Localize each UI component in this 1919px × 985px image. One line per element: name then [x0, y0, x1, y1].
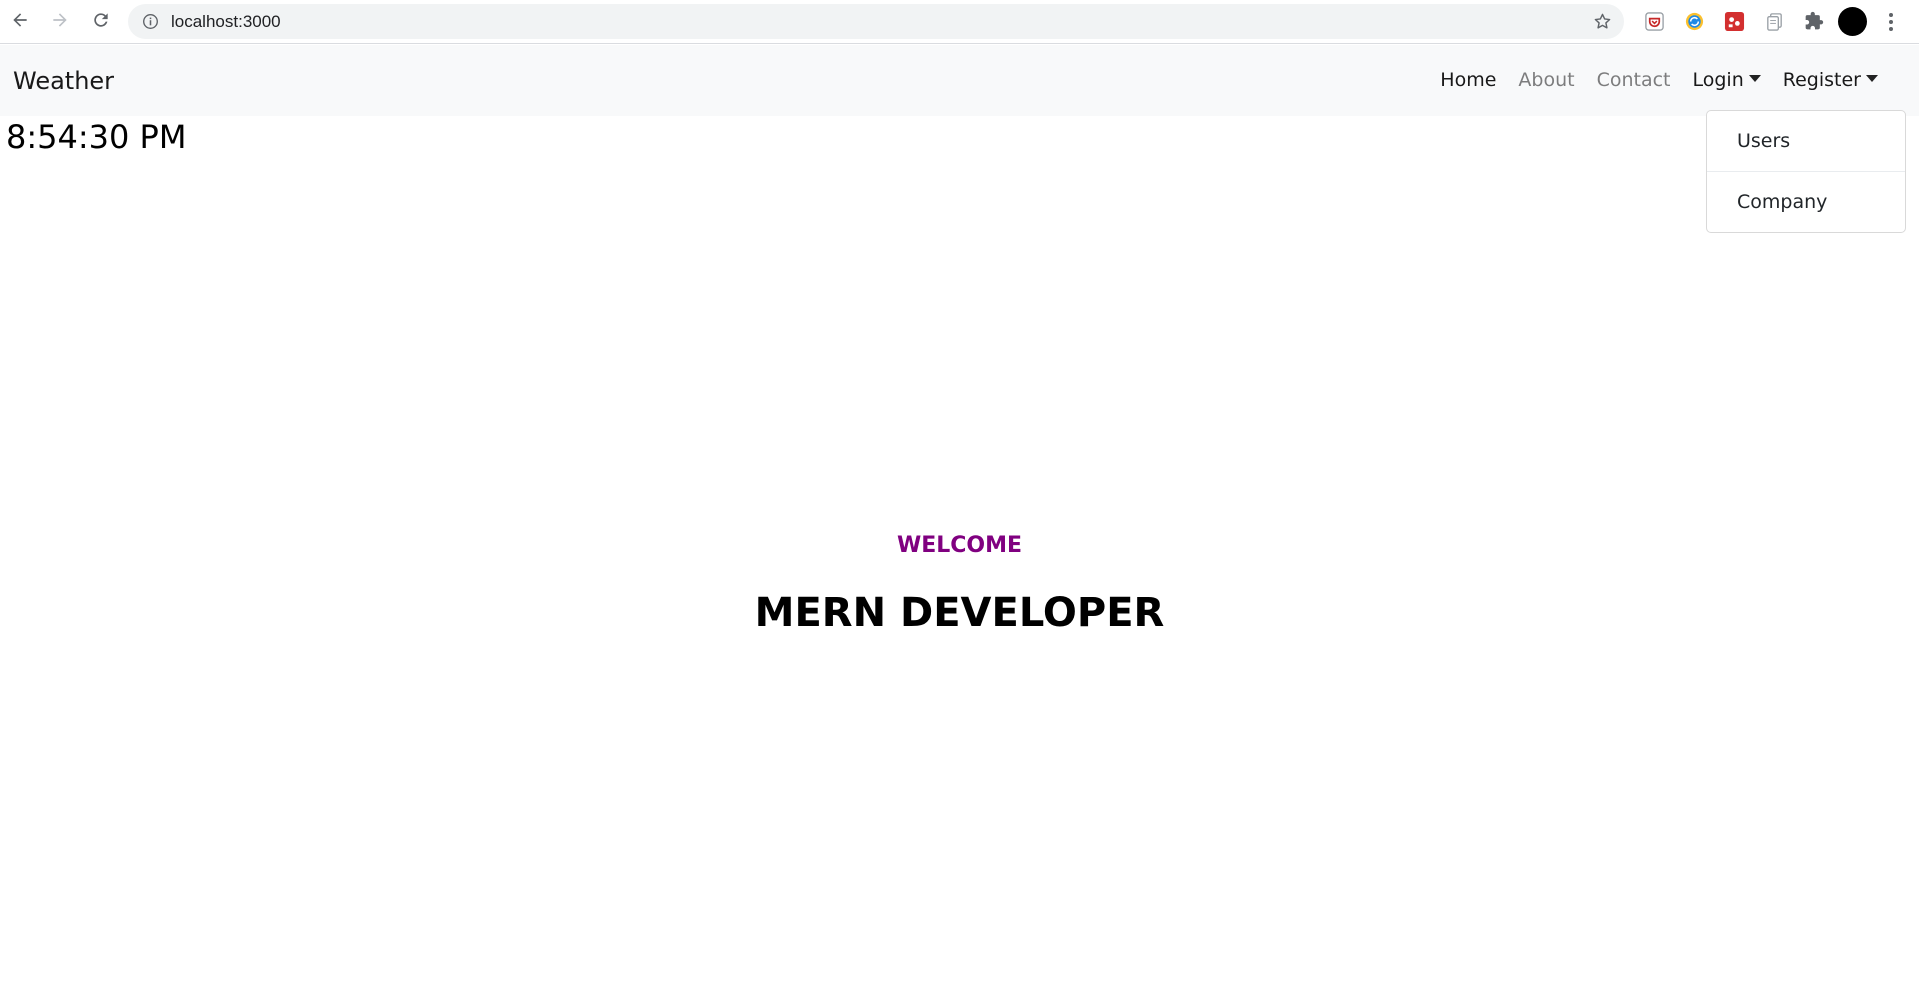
register-label: Register: [1782, 69, 1861, 91]
nav-about[interactable]: About: [1507, 69, 1585, 91]
extensions-puzzle-icon[interactable]: [1803, 10, 1825, 32]
url-text[interactable]: localhost:3000: [171, 4, 281, 39]
headline-title: MERN DEVELOPER: [754, 590, 1165, 636]
register-dropdown-menu: Users Company: [1706, 110, 1906, 233]
nav-contact[interactable]: Contact: [1586, 69, 1682, 91]
reload-icon: [94, 13, 108, 27]
caret-down-icon: [1748, 75, 1761, 82]
nav-login-dropdown[interactable]: Login: [1682, 69, 1772, 91]
welcome-heading: WELCOME: [0, 533, 1919, 558]
browser-menu-icon[interactable]: [1886, 10, 1896, 34]
dropdown-item-users[interactable]: Users: [1707, 111, 1905, 171]
forward-button[interactable]: [48, 8, 72, 32]
sync-extension-icon[interactable]: [1683, 10, 1705, 32]
browser-toolbar: localhost:3000: [0, 0, 1919, 44]
nav-links: Home About Contact Login Register: [1429, 69, 1889, 91]
nav-home[interactable]: Home: [1429, 69, 1507, 91]
app-navbar: Weather Home About Contact Login Registe…: [0, 45, 1919, 116]
address-bar[interactable]: localhost:3000: [128, 4, 1624, 39]
login-label: Login: [1692, 69, 1744, 91]
welcome-text: WELCOME: [896, 533, 1023, 558]
nav-register-dropdown[interactable]: Register: [1772, 69, 1889, 91]
reload-button[interactable]: [89, 8, 113, 32]
back-button[interactable]: [8, 8, 32, 32]
copy-extension-icon[interactable]: [1763, 10, 1785, 32]
red-extension-icon[interactable]: [1723, 10, 1745, 32]
forward-arrow-icon: [53, 13, 67, 27]
bookmark-star-icon[interactable]: [1593, 12, 1612, 31]
caret-down-icon: [1866, 75, 1878, 82]
back-arrow-icon: [13, 13, 27, 27]
profile-avatar[interactable]: [1838, 7, 1867, 36]
dropdown-item-company[interactable]: Company: [1707, 172, 1905, 232]
pocket-extension-icon[interactable]: [1643, 10, 1665, 32]
clock-display: 8:54:30 PM: [6, 118, 187, 156]
brand-link[interactable]: Weather: [13, 67, 114, 95]
info-icon[interactable]: [142, 13, 159, 30]
